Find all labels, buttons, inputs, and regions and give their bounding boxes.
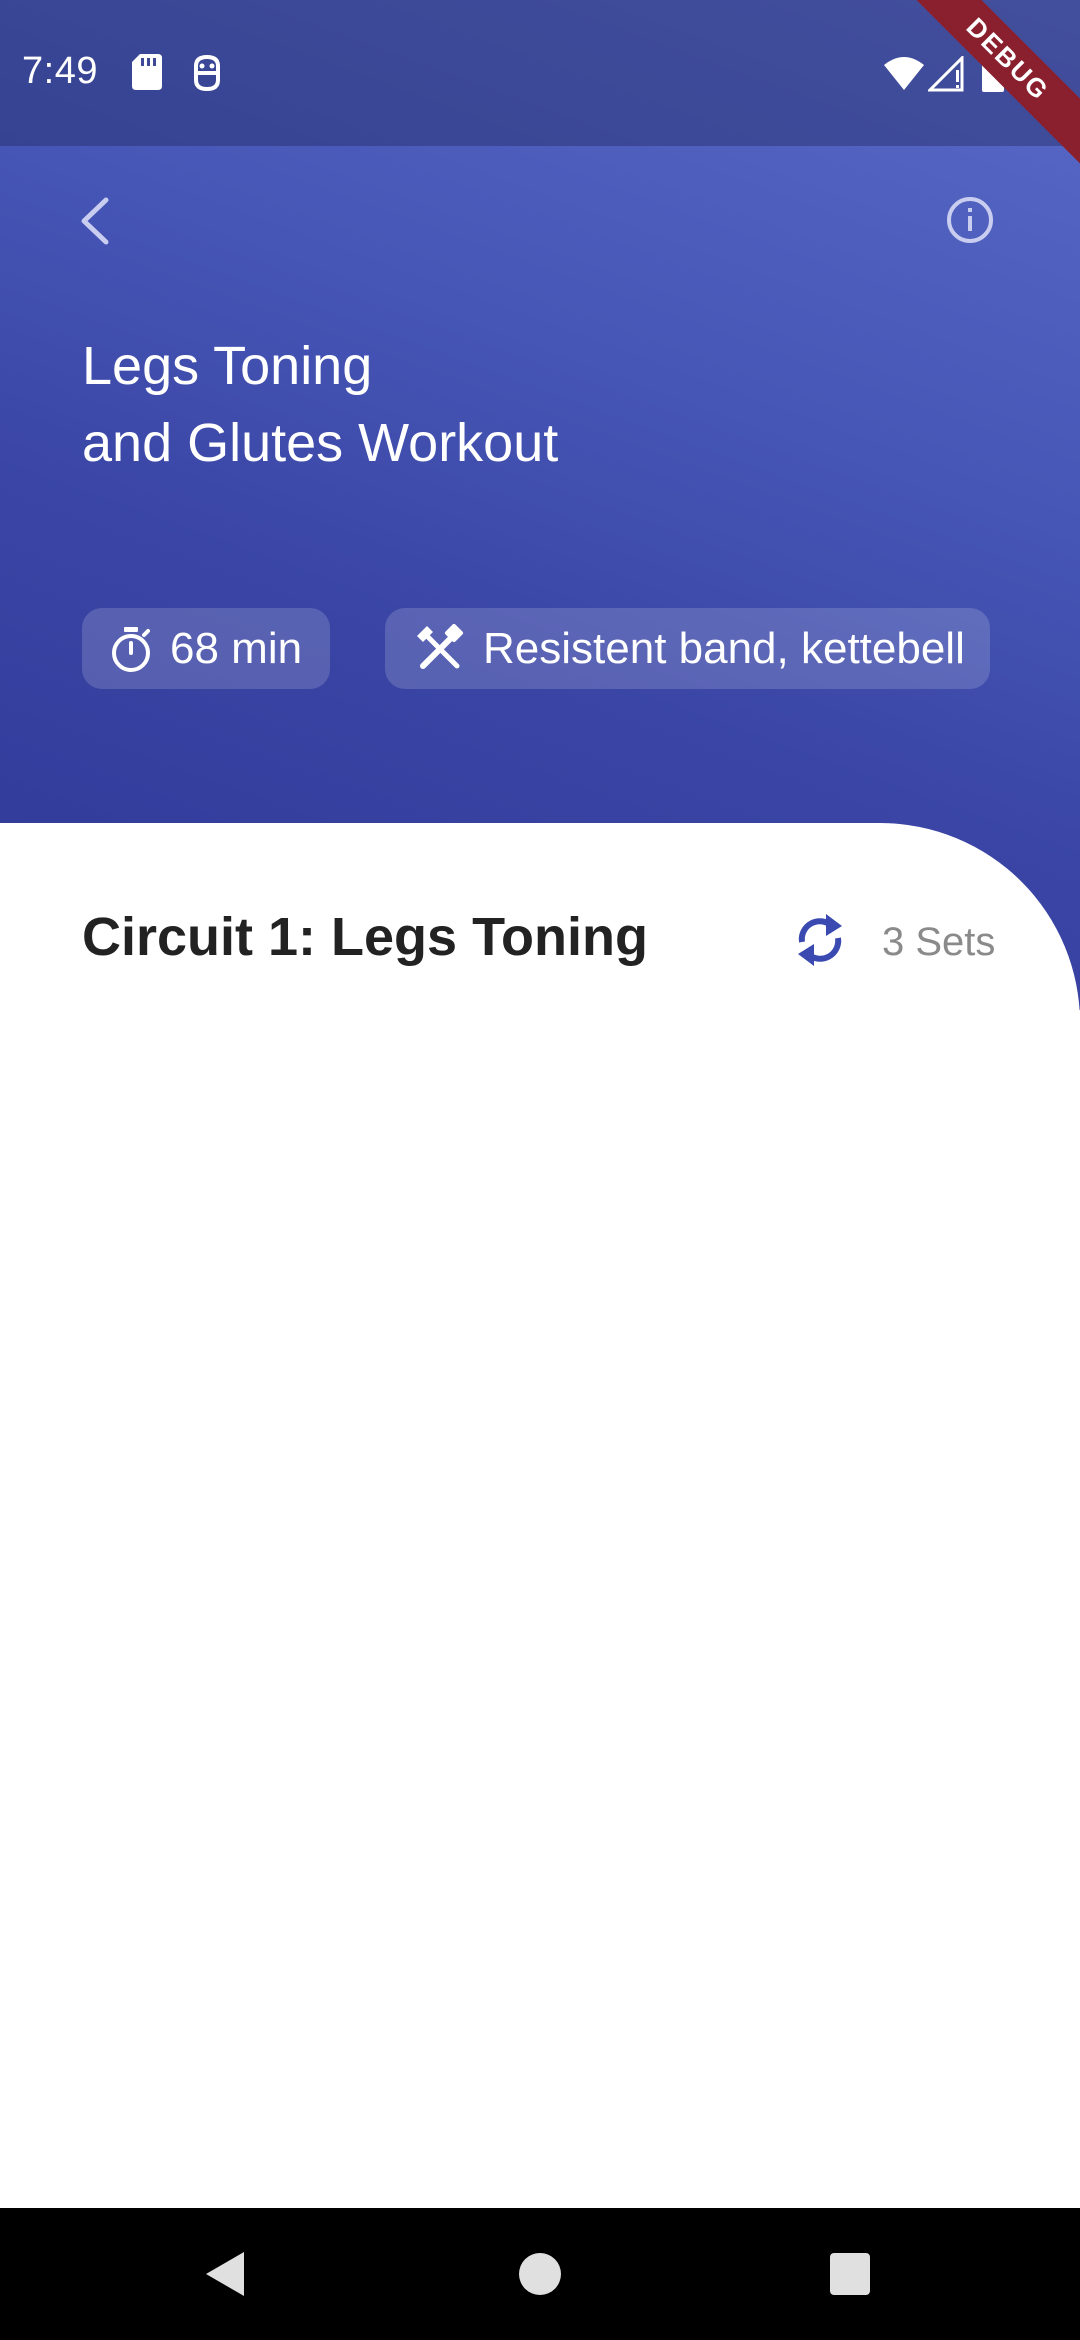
circuit-title: Circuit 1: Legs Toning — [82, 907, 648, 967]
content-sheet — [0, 823, 1080, 2208]
duration-chip: 68 min — [82, 608, 330, 689]
info-button[interactable] — [940, 190, 1000, 250]
workout-title: Legs Toning and Glutes Workout — [82, 328, 982, 482]
nav-back-icon[interactable] — [200, 2248, 250, 2305]
status-bar: 7:49 — [0, 0, 1080, 146]
equipment-chip: Resistent band, kettebell — [385, 608, 990, 689]
info-circle-icon — [947, 197, 993, 243]
workout-title-line2: and Glutes Workout — [82, 413, 559, 473]
sets-indicator: 3 Sets — [792, 910, 995, 975]
system-nav-bar — [0, 2208, 1080, 2340]
cell-signal-icon — [926, 54, 964, 97]
equipment-label: Resistent band, kettebell — [483, 623, 965, 673]
debug-bridge-icon — [190, 54, 224, 97]
back-button[interactable] — [66, 186, 126, 256]
duration-label: 68 min — [170, 623, 303, 673]
workout-detail-screen: 7:49 DEBUG Legs Toning and Glutes Workou… — [0, 0, 1080, 2340]
stopwatch-icon — [108, 625, 154, 673]
nav-home-icon[interactable] — [518, 2248, 562, 2305]
wifi-icon — [884, 56, 924, 95]
workout-title-line1: Legs Toning — [82, 336, 373, 396]
chevron-left-icon — [81, 197, 109, 245]
status-time: 7:49 — [22, 50, 98, 92]
nav-recents-icon[interactable] — [828, 2248, 872, 2305]
sd-card-icon — [132, 54, 162, 95]
repeat-icon — [792, 910, 848, 975]
sets-label: 3 Sets — [882, 920, 996, 964]
tools-icon — [415, 623, 465, 674]
